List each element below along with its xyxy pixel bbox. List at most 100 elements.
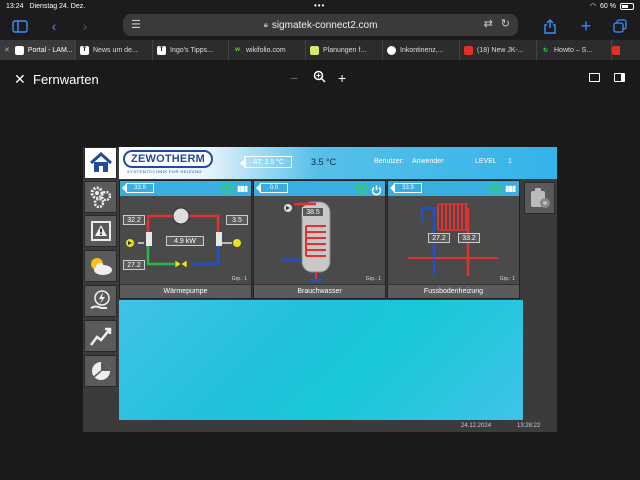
setpoint-field[interactable]: 33.9 — [390, 183, 422, 193]
tab-portal[interactable]: ✕ Portal - LAM... — [0, 40, 76, 60]
zoom-fit-icon[interactable] — [313, 70, 326, 86]
hmi-header: ZEWOTHERM SYSTEMTECHNIK FÜR HEIZUNG AT: … — [119, 147, 557, 179]
nav-alarms[interactable] — [84, 215, 117, 247]
setpoint-field[interactable]: 0.0 — [256, 183, 288, 193]
hmi-time: 13:28:22 — [517, 423, 541, 429]
tab-label: Inkontinenz,... — [400, 46, 444, 54]
tab-wikifolio[interactable]: w wikifolio.com — [229, 40, 306, 60]
remote-header: ✕ Fernwarten − + — [0, 60, 640, 100]
status-date: Dienstag 24. Dez. — [29, 2, 86, 10]
panel-header: 0.0 A — [254, 181, 385, 196]
panel-heat-pump[interactable]: 33.9 A ▮▮▮ 32.2 3.5 4.9 kW 27.2 Grp.: 1 … — [119, 180, 252, 299]
user-value[interactable]: Anwender — [412, 158, 444, 165]
nav-weather[interactable] — [84, 250, 117, 282]
panel-domestic-water[interactable]: 0.0 A 38.5 Grp.: 1 Brauchwasser — [253, 180, 386, 299]
tab-planungen[interactable]: Planungen f... — [306, 40, 383, 60]
battery-icon — [620, 2, 634, 10]
outside-temp-value: 3.5 °C — [311, 157, 337, 167]
address-bar[interactable]: ☰ 🔒︎ sigmatek-connect2.com ⇄ ↻ — [123, 14, 518, 36]
nav-energy[interactable] — [84, 285, 117, 317]
setpoint-field[interactable]: 33.9 — [122, 183, 154, 193]
water-temp-value: 38.5 — [302, 207, 324, 217]
group-label: Grp.: 1 — [499, 276, 515, 282]
browser-toolbar: ‹ › ☰ 🔒︎ sigmatek-connect2.com ⇄ ↻ + — [0, 12, 640, 40]
radiator-icon: ▮▮▮ — [505, 184, 516, 193]
zoom-out-icon[interactable]: − — [290, 70, 298, 86]
nav-trends[interactable] — [84, 320, 117, 352]
tab-inkontinenz[interactable]: Inkontinenz,... — [383, 40, 460, 60]
sidebar-icon[interactable] — [10, 16, 30, 36]
energy-icon — [89, 290, 110, 309]
weather-icon — [90, 258, 112, 275]
settings-icon — [90, 186, 111, 209]
youtube-icon — [464, 45, 473, 55]
panel-floor-heating[interactable]: 33.9 A ▮▮▮ 27.2 33.2 Grp.: 1 Fussbodenhe… — [387, 180, 520, 299]
tab-youtube[interactable]: (18) New JK-... — [460, 40, 537, 60]
tab-bar: ✕ Portal - LAM... T News um de... T Ingo… — [0, 40, 640, 60]
fullscreen-icon[interactable] — [614, 73, 625, 82]
nav-statistics[interactable] — [84, 355, 117, 387]
auto-mode-icon[interactable]: A — [222, 183, 233, 194]
panel-header: 33.9 A ▮▮▮ — [120, 181, 251, 196]
power-value: 4.9 kW — [166, 236, 204, 246]
url-text: sigmatek-connect2.com — [271, 19, 378, 31]
forward-icon[interactable]: › — [75, 16, 95, 36]
close-icon[interactable]: ✕ — [14, 71, 26, 88]
radiator-icon: ▮▮▮ — [237, 184, 248, 193]
favicon-icon — [14, 45, 24, 55]
favicon-icon: T — [157, 45, 166, 55]
panel-title: Fussbodenheizung — [388, 284, 519, 298]
panel-title: Wärmepumpe — [120, 284, 251, 298]
tab-news[interactable]: T News um de... — [76, 40, 153, 60]
ios-status-bar: 13:24 Dienstag 24. Dez. ••• ◠ 60 % — [0, 0, 640, 12]
return-temp-value: 27.2 — [123, 260, 145, 270]
close-tab-icon[interactable]: ✕ — [4, 46, 10, 54]
wifi-icon: ◠ — [589, 3, 597, 10]
zoom-in-icon[interactable]: + — [338, 70, 346, 86]
nav-home[interactable] — [84, 147, 117, 179]
panel-title: Brauchwasser — [254, 284, 385, 298]
share-icon[interactable] — [540, 16, 560, 36]
tab-label: News um de... — [93, 46, 138, 54]
favicon-icon — [387, 45, 396, 55]
keyboard-icon[interactable] — [589, 73, 600, 82]
hmi-screen: ZEWOTHERM SYSTEMTECHNIK FÜR HEIZUNG AT: … — [83, 147, 557, 432]
multitask-dots-icon[interactable]: ••• — [314, 1, 325, 10]
logo-subtitle: SYSTEMTECHNIK FÜR HEIZUNG — [127, 169, 202, 174]
tab-overflow[interactable] — [612, 40, 620, 60]
export-button[interactable] — [524, 182, 555, 214]
page-menu-icon[interactable]: ☰ — [131, 18, 141, 31]
tab-ingo[interactable]: T Ingo's Tipps... — [153, 40, 229, 60]
reload-icon[interactable]: ↻ — [501, 17, 510, 30]
group-label: Grp.: 1 — [231, 276, 247, 282]
auto-mode-icon[interactable]: A — [490, 183, 501, 194]
flow-temp-value: 32.2 — [123, 215, 145, 225]
tab-howto[interactable]: ↻ Howto – S... — [537, 40, 612, 60]
home-icon — [89, 152, 112, 172]
outside-temp-field[interactable]: AT: 3.5 °C — [240, 156, 292, 168]
favicon-icon — [612, 45, 620, 55]
level-value: 1 — [508, 158, 512, 165]
translate-icon[interactable]: ⇄ — [484, 17, 493, 30]
user-label: Benutzer: — [374, 158, 404, 165]
tab-label: Portal - LAM... — [27, 46, 73, 54]
auto-mode-icon[interactable]: A — [356, 183, 367, 194]
new-tab-icon[interactable]: + — [576, 16, 596, 36]
lock-icon: 🔒︎ — [263, 20, 268, 29]
favicon-icon — [310, 45, 319, 55]
back-icon[interactable]: ‹ — [44, 16, 64, 36]
page-title: Fernwarten — [33, 72, 99, 87]
tab-label: (18) New JK-... — [477, 46, 524, 54]
panel-header: 33.9 A ▮▮▮ — [388, 181, 519, 196]
tabs-overview-icon[interactable] — [610, 16, 630, 36]
nav-settings[interactable] — [84, 181, 117, 213]
favicon-icon: T — [80, 45, 89, 55]
tab-label: Howto – S... — [554, 46, 593, 54]
tab-label: wikifolio.com — [246, 46, 286, 54]
status-time: 13:24 — [6, 2, 24, 10]
favicon-icon: ↻ — [542, 47, 549, 54]
trend-icon — [89, 327, 111, 346]
tab-label: Ingo's Tipps... — [170, 46, 213, 54]
group-label: Grp.: 1 — [365, 276, 381, 282]
zewotherm-logo: ZEWOTHERM — [123, 150, 213, 168]
